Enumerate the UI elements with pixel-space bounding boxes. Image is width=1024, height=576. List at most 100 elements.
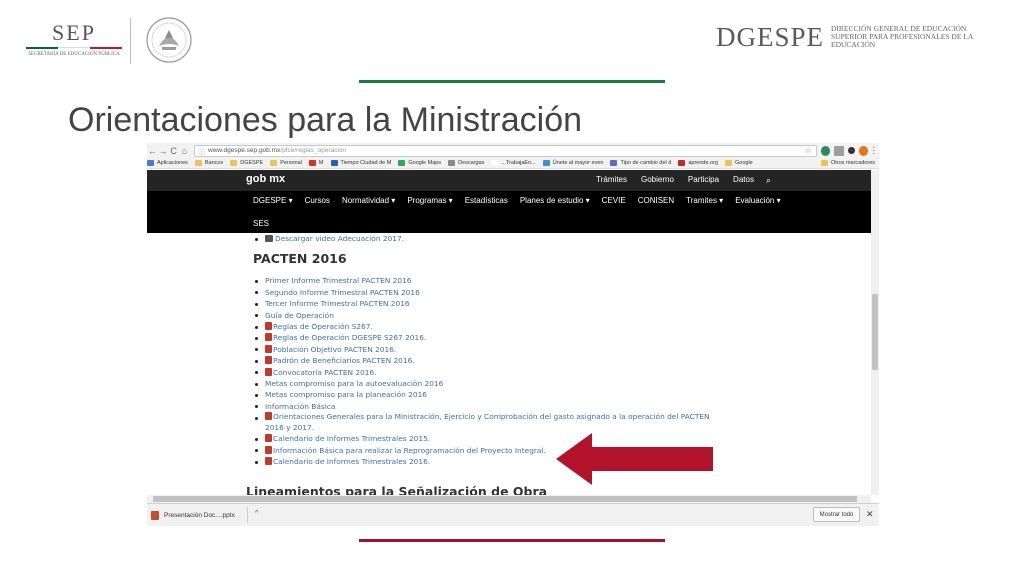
bookmark-item[interactable]: Bancos: [194, 160, 223, 166]
list-item[interactable]: Padrón de Beneficiarios PACTEN 2016.: [253, 355, 713, 366]
vertical-scrollbar[interactable]: [871, 170, 879, 495]
bookmark-item[interactable]: M: [308, 160, 324, 166]
gobmx-link[interactable]: Trámites: [596, 175, 627, 186]
list-item-label: Orientaciones Generales para la Ministra…: [265, 412, 710, 432]
list-item[interactable]: Convocatoria PACTEN 2016.: [253, 367, 713, 378]
bookmark-label: Aplicaciones: [157, 160, 188, 166]
bookmark-icon: [491, 160, 499, 166]
bookmark-item[interactable]: Tiempo Ciudad de M: [330, 160, 391, 166]
nav-item[interactable]: Cursos: [305, 196, 330, 205]
bookmark-item[interactable]: Tipo de cambio del d: [610, 160, 671, 166]
pdf-icon: [265, 356, 272, 365]
gobmx-link[interactable]: Datos: [733, 175, 754, 186]
list-item[interactable]: Tercer Informe Trimestral PACTEN 2016: [253, 298, 713, 309]
list-item-label: Primer Informe Trimestral PACTEN 2016: [265, 276, 412, 286]
bookmark-icon: [678, 160, 686, 166]
list-item[interactable]: Metas compromiso para la autoevaluación …: [253, 378, 713, 389]
bookmark-item[interactable]: aprende.org: [678, 160, 718, 166]
bookmark-label: Google: [735, 160, 753, 166]
download-item[interactable]: Presentación Doc....pptx: [151, 507, 251, 523]
folder-icon: [820, 160, 828, 166]
nav-item[interactable]: CEVIE: [602, 196, 626, 205]
list-item[interactable]: Reglas de Operación S267.: [253, 321, 713, 332]
extension-grey-icon[interactable]: [834, 145, 844, 156]
bookmark-item[interactable]: Google: [725, 160, 753, 166]
bookmark-item[interactable]: Aplicaciones: [147, 160, 188, 166]
list-item[interactable]: Primer Informe Trimestral PACTEN 2016: [253, 275, 713, 286]
list-item-label: Convocatoria PACTEN 2016.: [273, 367, 377, 377]
bookmark-icon: [308, 160, 316, 166]
list-item[interactable]: Reglas de Operación DGESPE S267 2016.: [253, 332, 713, 343]
sep-bar-green: [26, 47, 58, 49]
forward-icon[interactable]: →: [158, 146, 169, 156]
list-item[interactable]: Guía de Operación: [253, 310, 713, 321]
list-item-label: Reglas de Operación S267.: [273, 322, 373, 332]
close-icon[interactable]: ✕: [866, 509, 874, 520]
list-item-label: Tercer Informe Trimestral PACTEN 2016: [265, 299, 410, 309]
list-item[interactable]: Información Básica: [253, 401, 713, 412]
home-icon[interactable]: ⌂: [179, 146, 190, 156]
bookmark-item[interactable]: Google Maps: [398, 160, 441, 166]
list-item-label: Reglas de Operación DGESPE S267 2016.: [273, 333, 427, 343]
bookmark-item[interactable]: Descargas: [448, 160, 484, 166]
list-item[interactable]: Metas compromiso para la planeación 2016: [253, 389, 713, 400]
bookmark-icon: [270, 160, 278, 166]
bookmark-icon: [230, 160, 238, 166]
chevron-up-icon[interactable]: ^: [255, 510, 258, 517]
nav-item[interactable]: Planes de estudio ▾: [520, 196, 590, 205]
other-bookmarks[interactable]: Otros marcadores: [820, 160, 875, 166]
extension-gear-icon[interactable]: [847, 147, 855, 154]
nav-item[interactable]: Normatividad ▾: [342, 196, 395, 205]
nav-item-ses[interactable]: SES: [253, 219, 269, 228]
menu-icon[interactable]: ⋮: [868, 145, 879, 156]
bookmark-item[interactable]: ...TrabajaEn...: [491, 160, 536, 166]
sep-wordmark: SEP: [52, 20, 96, 45]
bookmark-icon: [448, 160, 456, 166]
bookmark-icon: [147, 160, 154, 166]
list-item-label: Población Objetivo PACTEN 2016.: [273, 344, 397, 354]
nav-item[interactable]: CONISEN: [638, 196, 674, 205]
extension-shield-icon[interactable]: [820, 145, 831, 156]
nav-item[interactable]: DGESPE ▾: [253, 196, 293, 205]
bookmark-star-icon[interactable]: ☆: [804, 146, 811, 155]
horizontal-scrollbar[interactable]: [147, 495, 871, 503]
address-bar[interactable]: ⓘ www.dgespe.sep.gob.mx /pfce/reglas_ope…: [193, 144, 817, 157]
bookmark-item[interactable]: Únete al mayor even: [542, 160, 604, 166]
bookmark-label: Descargas: [458, 160, 485, 166]
nav-item[interactable]: Evaluación ▾: [735, 196, 780, 205]
scroll-thumb[interactable]: [872, 294, 878, 370]
pdf-icon: [265, 412, 272, 421]
scroll-thumb[interactable]: [153, 496, 857, 502]
list-item[interactable]: Orientaciones Generales para la Ministra…: [253, 412, 713, 433]
show-all-button[interactable]: Mostrar todo: [813, 507, 860, 522]
mexico-seal-icon: [146, 17, 192, 63]
dgespe-wordmark: DGESPE: [716, 22, 825, 52]
bookmark-label: M: [318, 160, 324, 166]
list-item-label: Guía de Operación: [265, 310, 334, 320]
list-item[interactable]: Segundo Informe Trimestral PACTEN 2016: [253, 287, 713, 298]
bookmark-item[interactable]: Personal: [270, 160, 302, 166]
list-item-label: Información Básica para realizar la Repr…: [273, 445, 546, 455]
bookmark-icon: [398, 160, 406, 166]
list-item[interactable]: Población Objetivo PACTEN 2016.: [253, 344, 713, 355]
pdf-icon: [265, 344, 272, 353]
bookmark-label: Únete al mayor even: [552, 160, 604, 166]
list-item[interactable]: Descargar video Adecuación 2017.: [253, 233, 713, 244]
green-accent-line: [359, 80, 665, 83]
search-icon[interactable]: ⌕: [766, 175, 771, 186]
reload-icon[interactable]: C: [168, 146, 179, 156]
back-icon[interactable]: ←: [147, 146, 158, 156]
list-item-label: Segundo Informe Trimestral PACTEN 2016: [265, 287, 420, 297]
list-item-label: Metas compromiso para la autoevaluación …: [265, 379, 444, 389]
nav-item[interactable]: Estadísticas: [465, 196, 508, 205]
gobmx-logo[interactable]: gob mx: [246, 173, 285, 185]
extension-orange-icon[interactable]: [858, 145, 869, 156]
download-divider: [247, 507, 248, 523]
site-navigation: DGESPE ▾ Cursos Normatividad ▾ Programas ▾ E…: [147, 191, 871, 233]
bookmark-item[interactable]: DGESPE: [230, 160, 263, 166]
nav-item[interactable]: Tramites ▾: [686, 196, 723, 205]
pdf-icon: [265, 457, 272, 466]
gobmx-link[interactable]: Participa: [688, 175, 719, 186]
gobmx-link[interactable]: Gobierno: [641, 175, 674, 186]
nav-item[interactable]: Programas ▾: [407, 196, 452, 205]
